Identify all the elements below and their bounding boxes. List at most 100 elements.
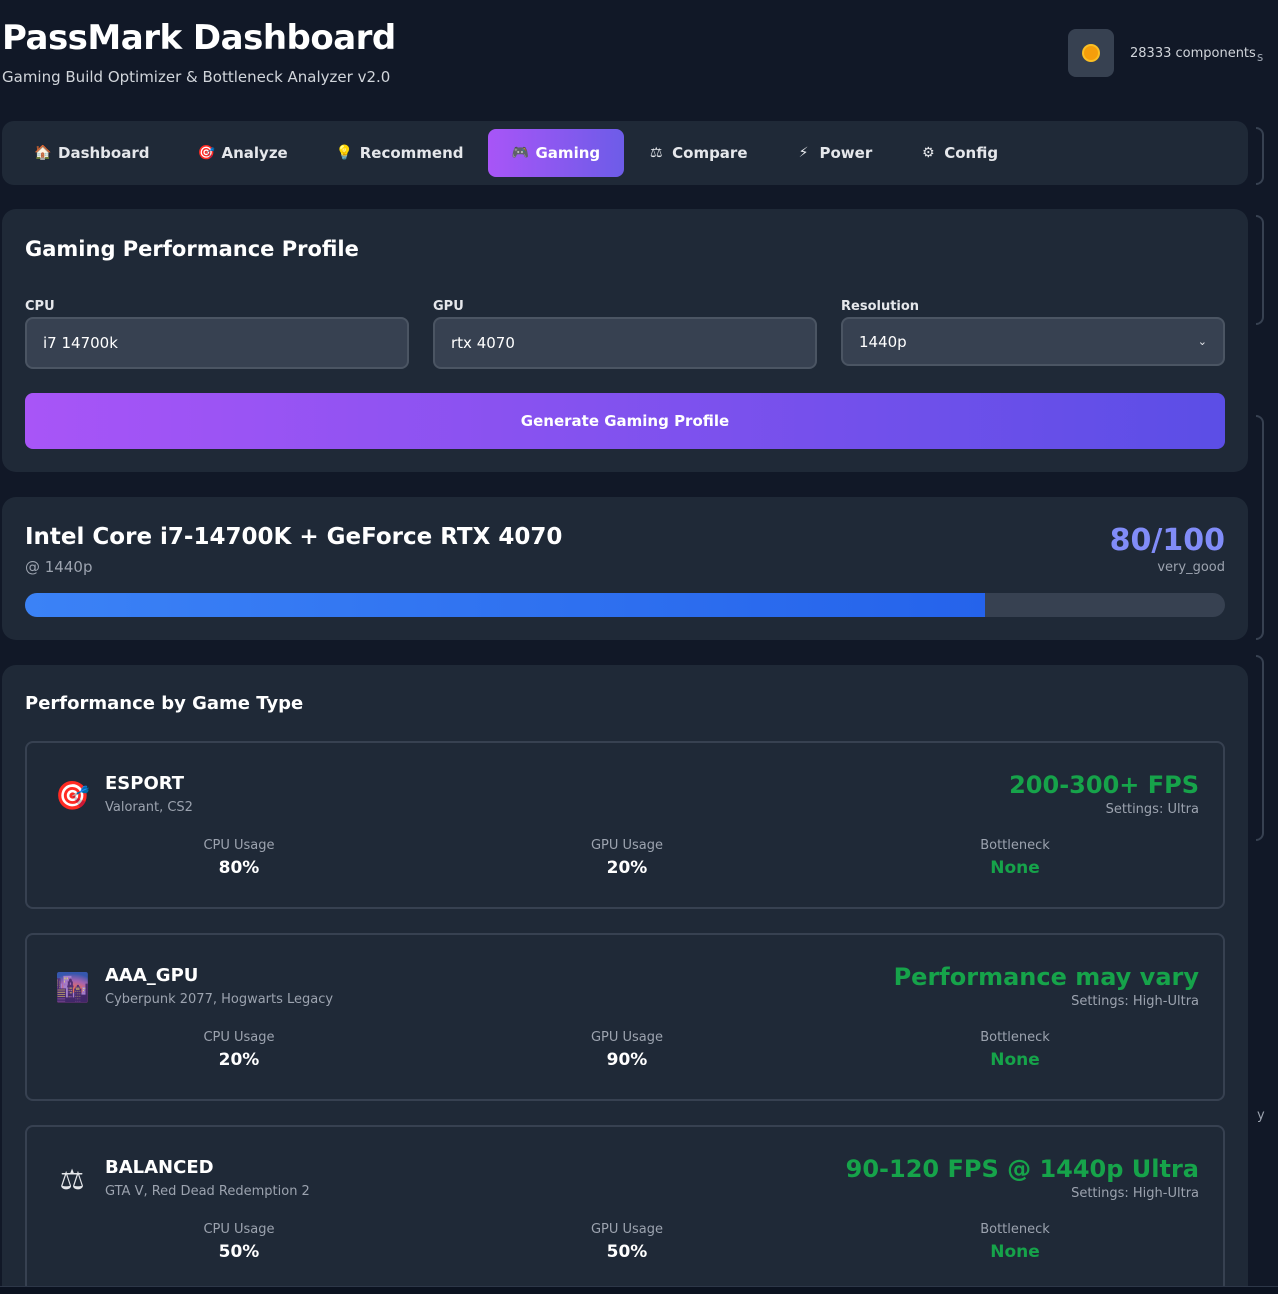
tab-label: Analyze <box>221 144 288 162</box>
game-titles: Cyberpunk 2077, Hogwarts Legacy <box>105 992 334 1007</box>
gpu-usage-stat: GPU Usage 90% <box>527 1030 727 1070</box>
bottom-strip <box>0 1286 1278 1294</box>
tab-label: Dashboard <box>58 144 150 162</box>
city-icon: 🌆 <box>55 971 90 1004</box>
target-icon: 🎯 <box>55 779 90 812</box>
game-type-name: BALANCED <box>105 1157 214 1178</box>
side-rail <box>1256 127 1264 185</box>
clipped-text: y <box>1257 1108 1265 1123</box>
stat-value: None <box>990 1242 1040 1262</box>
settings-level: Settings: High-Ultra <box>1071 994 1199 1009</box>
tab-label: Gaming <box>535 144 601 162</box>
cpu-label: CPU <box>25 299 55 314</box>
side-rail <box>1256 215 1264 325</box>
tab-power[interactable]: ⚡ Power <box>772 129 897 177</box>
game-type-name: AAA_GPU <box>105 965 199 986</box>
score-progress-fill <box>25 593 985 617</box>
gamepad-icon: 🎮 <box>511 145 529 161</box>
tab-label: Recommend <box>359 144 464 162</box>
stat-value: 20% <box>606 858 648 878</box>
gpu-usage-stat: GPU Usage 50% <box>527 1222 727 1262</box>
stat-label: GPU Usage <box>590 838 664 853</box>
bottleneck-stat: Bottleneck None <box>915 1222 1115 1262</box>
tab-label: Config <box>944 144 999 162</box>
stat-value: None <box>990 1050 1040 1070</box>
theme-toggle-button[interactable] <box>1068 29 1114 77</box>
stat-value: 50% <box>606 1242 648 1262</box>
build-score: 80/100 <box>1109 523 1225 558</box>
section-title: Performance by Game Type <box>25 693 304 714</box>
fps-estimate: 90-120 FPS @ 1440p Ultra <box>845 1155 1199 1183</box>
header: PassMark Dashboard Gaming Build Optimize… <box>2 18 396 86</box>
game-card-esport: 🎯 ESPORT Valorant, CS2 200-300+ FPS Sett… <box>25 741 1225 909</box>
nav-tabs: 🏠 Dashboard 🎯 Analyze 💡 Recommend 🎮 Gaming ⚖… <box>2 121 1248 185</box>
stat-label: Bottleneck <box>980 1222 1050 1237</box>
sun-icon <box>1084 46 1098 60</box>
stat-value: 20% <box>218 1050 260 1070</box>
scales-icon: ⚖ <box>59 1163 85 1196</box>
settings-level: Settings: Ultra <box>1105 802 1199 817</box>
cpu-usage-stat: CPU Usage 50% <box>139 1222 339 1262</box>
build-rating: very_good <box>1157 560 1225 575</box>
game-titles: GTA V, Red Dead Redemption 2 <box>105 1184 310 1199</box>
bottleneck-stat: Bottleneck None <box>915 1030 1115 1070</box>
cpu-input[interactable]: i7 14700k <box>25 317 409 369</box>
build-resolution: @ 1440p <box>25 558 93 576</box>
stat-label: GPU Usage <box>590 1222 664 1237</box>
tab-recommend[interactable]: 💡 Recommend <box>312 129 488 177</box>
game-type-performance: Performance by Game Type 🎯 ESPORT Valora… <box>2 665 1248 1294</box>
fps-estimate: 200-300+ FPS <box>1009 771 1199 799</box>
chevron-down-icon: ⌄ <box>1197 335 1207 348</box>
game-card-balanced: ⚖ BALANCED GTA V, Red Dead Redemption 2 … <box>25 1125 1225 1293</box>
tab-dashboard[interactable]: 🏠 Dashboard <box>10 129 173 177</box>
build-name: Intel Core i7-14700K + GeForce RTX 4070 <box>25 524 563 550</box>
scales-icon: ⚖ <box>649 145 663 161</box>
stat-label: GPU Usage <box>590 1030 664 1045</box>
stat-label: CPU Usage <box>203 1030 275 1045</box>
clipped-text: s <box>1257 50 1264 64</box>
fps-estimate: Performance may vary <box>893 963 1199 991</box>
gpu-usage-stat: GPU Usage 20% <box>527 838 727 878</box>
score-progress-bar <box>25 593 1225 617</box>
house-icon: 🏠 <box>34 145 52 161</box>
tab-label: Power <box>819 144 873 162</box>
tab-analyze[interactable]: 🎯 Analyze <box>173 129 311 177</box>
stat-value: 50% <box>218 1242 260 1262</box>
lightning-icon: ⚡ <box>798 145 809 161</box>
tab-config[interactable]: ⚙ Config <box>896 129 1022 177</box>
resolution-select[interactable]: 1440p ⌄ <box>841 317 1225 366</box>
tab-compare[interactable]: ⚖ Compare <box>624 129 771 177</box>
game-titles: Valorant, CS2 <box>105 800 193 815</box>
target-icon: 🎯 <box>197 145 215 161</box>
tab-label: Compare <box>672 144 748 162</box>
build-result-card: Intel Core i7-14700K + GeForce RTX 4070 … <box>2 497 1248 640</box>
generate-profile-button[interactable]: Generate Gaming Profile <box>25 393 1225 449</box>
gpu-label: GPU <box>433 299 464 314</box>
resolution-label: Resolution <box>841 299 920 314</box>
stat-label: Bottleneck <box>980 838 1050 853</box>
side-rail <box>1256 415 1264 640</box>
stat-label: Bottleneck <box>980 1030 1050 1045</box>
gear-icon: ⚙ <box>921 145 935 161</box>
section-title: Gaming Performance Profile <box>25 237 359 261</box>
gaming-profile-form: Gaming Performance Profile CPU i7 14700k… <box>2 209 1248 472</box>
settings-level: Settings: High-Ultra <box>1071 1186 1199 1201</box>
side-rail <box>1256 655 1264 841</box>
app-subtitle: Gaming Build Optimizer & Bottleneck Anal… <box>2 68 391 86</box>
components-count: 28333 components <box>1130 46 1256 61</box>
lightbulb-icon: 💡 <box>335 145 354 161</box>
stat-value: 80% <box>218 858 260 878</box>
bottleneck-stat: Bottleneck None <box>915 838 1115 878</box>
game-card-aaa-gpu: 🌆 AAA_GPU Cyberpunk 2077, Hogwarts Legac… <box>25 933 1225 1101</box>
stat-label: CPU Usage <box>203 838 275 853</box>
tab-gaming[interactable]: 🎮 Gaming <box>487 129 625 177</box>
stat-value: None <box>990 858 1040 878</box>
app-title: PassMark Dashboard <box>2 18 396 58</box>
cpu-usage-stat: CPU Usage 80% <box>139 838 339 878</box>
stat-label: CPU Usage <box>203 1222 275 1237</box>
gpu-input[interactable]: rtx 4070 <box>433 317 817 369</box>
stat-value: 90% <box>606 1050 648 1070</box>
resolution-value: 1440p <box>859 332 907 351</box>
cpu-usage-stat: CPU Usage 20% <box>139 1030 339 1070</box>
game-type-name: ESPORT <box>105 773 185 794</box>
